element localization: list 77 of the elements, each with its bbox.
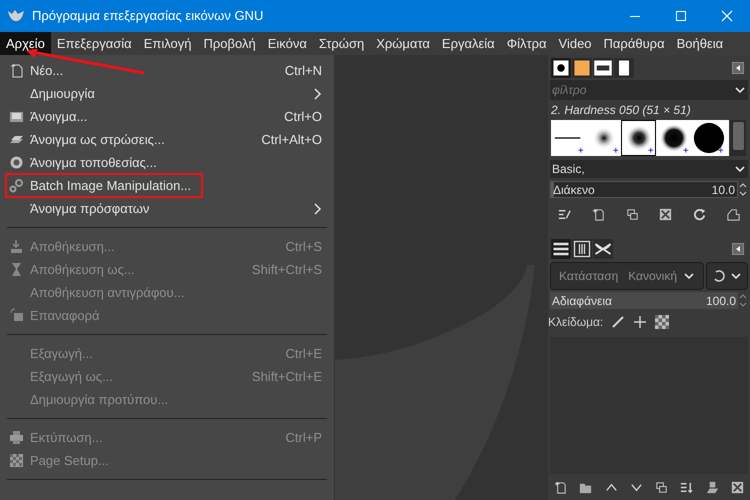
menu-bar-item[interactable]: Εικόνα: [262, 32, 313, 55]
label-text: Αδιαφάνεια: [552, 292, 612, 310]
menu-bar-item[interactable]: Προβολή: [198, 32, 262, 55]
shortcut-text: Shift+Ctrl+S: [252, 260, 322, 279]
shortcut-text: Shift+Ctrl+E: [252, 368, 322, 386]
menu-bar-item[interactable]: Επιλογή: [138, 32, 198, 55]
move-icon[interactable]: [633, 315, 648, 329]
delete-icon[interactable]: [658, 206, 674, 222]
label-text: Διάκενο: [553, 182, 595, 198]
menu-item[interactable]: Δημιουργία: [30, 84, 95, 104]
panel-menu-icon[interactable]: [732, 62, 744, 74]
pattern-tab[interactable]: [572, 58, 592, 78]
delete-icon[interactable]: [730, 480, 745, 494]
picture-icon: [9, 109, 24, 124]
shortcut-text: Ctrl+Alt+O: [261, 130, 322, 149]
download-icon: [9, 239, 24, 254]
menu-item[interactable]: Άνοιγμα τοποθεσίας...: [30, 152, 157, 172]
shortcut-text: Ctrl+S: [286, 238, 322, 256]
tag-field[interactable]: Basic,: [552, 160, 585, 178]
reset-icon: [712, 269, 726, 283]
page-icon: [9, 63, 24, 78]
new-page-icon[interactable]: [590, 206, 606, 222]
value-text: 100.0: [706, 292, 736, 310]
reset-mode-button[interactable]: [706, 262, 748, 290]
spacing-slider[interactable]: Διάκενο 10.0: [550, 181, 738, 198]
folder-icon[interactable]: [726, 206, 741, 222]
filter-field[interactable]: φίλτρο: [552, 81, 732, 99]
menu-bar-item[interactable]: Φίλτρα: [500, 32, 553, 55]
menu-bar-item[interactable]: Παράθυρα: [598, 32, 671, 55]
label-text: Κατάσταση: [559, 268, 618, 285]
new-page-icon[interactable]: [553, 480, 568, 494]
menu-bar-item[interactable]: Επεξεργασία: [50, 32, 138, 55]
brush-name: 2. Hardness 050 (51 × 51): [551, 102, 691, 119]
paths-tab[interactable]: [593, 239, 613, 259]
shortcut-text: Ctrl+N: [284, 62, 322, 80]
menu-item[interactable]: Άνοιγμα...: [30, 106, 88, 126]
lock-label: Κλείδωμα:: [548, 314, 604, 331]
menu-item[interactable]: Άνοιγμα ως στρώσεις...: [30, 130, 165, 150]
shortcut-text: Ctrl+P: [286, 428, 322, 447]
printer-icon: [9, 430, 24, 445]
panel-menu-icon[interactable]: [732, 243, 744, 255]
refresh-icon[interactable]: [692, 206, 707, 222]
duplicate-icon[interactable]: [654, 480, 670, 494]
shortcut-text: Ctrl+E: [286, 344, 322, 363]
mode-dropdown[interactable]: Κατάσταση Κανονική: [550, 262, 704, 290]
opacity-slider[interactable]: Αδιαφάνεια 100.0: [550, 292, 738, 309]
hourglass-icon: [9, 262, 24, 277]
menu-item[interactable]: Batch Image Manipulation...: [30, 176, 192, 196]
menu-bar-item[interactable]: Στρώση: [312, 32, 370, 55]
menu-item[interactable]: Άνοιγμα πρόσφατων: [30, 198, 150, 218]
document-tab[interactable]: [614, 58, 634, 78]
menu-item[interactable]: Νέο...: [30, 60, 64, 80]
menu-bar-item[interactable]: Video: [552, 32, 598, 55]
checkerboard-icon: [9, 453, 24, 468]
checkerboard-icon[interactable]: [655, 315, 670, 329]
duplicate-icon[interactable]: [624, 206, 640, 222]
scrollbar-thumb[interactable]: [732, 122, 744, 150]
value-text: 10.0: [712, 182, 735, 198]
menu-bar-item[interactable]: Βοήθεια: [670, 32, 730, 55]
brush-tab[interactable]: [551, 58, 571, 78]
brush-preset[interactable]: [621, 120, 656, 156]
gear-icon: [9, 178, 24, 193]
menu-bar-item[interactable]: Αρχείο: [0, 32, 51, 55]
filter-combo-box[interactable]: φίλτρο: [550, 80, 748, 100]
font-tab[interactable]: [593, 58, 613, 78]
channels-tab[interactable]: [572, 239, 592, 259]
app-icon: [7, 9, 25, 23]
layers-tab[interactable]: [551, 239, 571, 259]
menu-bar-item[interactable]: Εργαλεία: [436, 32, 501, 55]
shortcut-text: Ctrl+O: [284, 108, 322, 126]
brush-icon[interactable]: [611, 315, 626, 329]
spin-arrows-icon[interactable]: [738, 292, 748, 309]
window-title: Πρόγραμμα επεξεργασίας εικόνων GNU: [32, 7, 264, 26]
spin-arrows-icon[interactable]: [738, 181, 748, 198]
value-text: Κανονική: [628, 268, 677, 285]
menu-bar-item[interactable]: Χρώματα: [370, 32, 436, 55]
revert-icon: [9, 308, 24, 323]
